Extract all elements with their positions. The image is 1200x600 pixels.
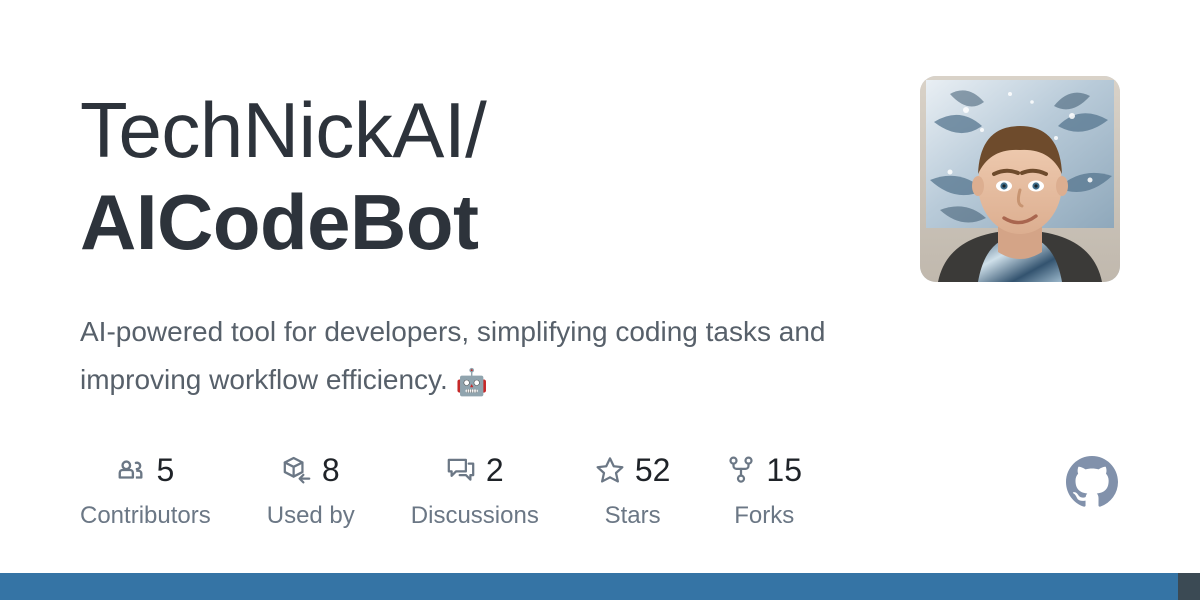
stat-contributors[interactable]: 5 Contributors bbox=[80, 450, 211, 530]
github-mark-icon bbox=[1066, 456, 1118, 508]
stat-top: 2 bbox=[446, 450, 504, 490]
stat-top: 15 bbox=[726, 450, 802, 490]
repo-description: AI-powered tool for developers, simplify… bbox=[80, 308, 870, 406]
robot-emoji-icon: 🤖 bbox=[455, 367, 488, 397]
bottom-accent-bar bbox=[0, 573, 1178, 600]
repo-social-preview-card: TechNickAI/AICodeBot AI-powered tool for… bbox=[0, 0, 1200, 600]
stat-stars[interactable]: 52 Stars bbox=[595, 450, 671, 530]
stat-label: Used by bbox=[266, 502, 355, 529]
stat-value: 15 bbox=[766, 452, 803, 488]
repo-owner[interactable]: TechNickAI/ bbox=[80, 86, 487, 174]
stat-value: 52 bbox=[634, 452, 671, 488]
people-icon bbox=[116, 455, 146, 485]
comment-discussion-icon bbox=[446, 455, 476, 485]
stat-value: 2 bbox=[485, 452, 504, 488]
repo-stats: 5 Contributors 8 Used by 2 Discussions 5… bbox=[80, 450, 1140, 530]
stat-label: Contributors bbox=[80, 502, 211, 529]
repo-name[interactable]: AICodeBot bbox=[80, 176, 486, 268]
package-dependents-icon bbox=[282, 455, 312, 485]
stat-top: 8 bbox=[282, 450, 340, 490]
stat-label: Stars bbox=[604, 502, 661, 529]
stat-used-by[interactable]: 8 Used by bbox=[267, 450, 355, 530]
stat-forks[interactable]: 15 Forks bbox=[726, 450, 802, 530]
repo-forked-icon bbox=[726, 455, 756, 485]
stat-top: 5 bbox=[116, 450, 174, 490]
stat-discussions[interactable]: 2 Discussions bbox=[411, 450, 539, 530]
stat-label: Discussions bbox=[410, 502, 539, 529]
stat-value: 5 bbox=[156, 452, 175, 488]
page-title: TechNickAI/AICodeBot bbox=[80, 84, 487, 268]
avatar bbox=[920, 76, 1120, 282]
stat-label: Forks bbox=[734, 502, 795, 529]
star-icon bbox=[595, 455, 625, 485]
header: TechNickAI/AICodeBot bbox=[80, 76, 1120, 282]
stat-top: 52 bbox=[595, 450, 671, 490]
title-block: TechNickAI/AICodeBot bbox=[80, 76, 487, 268]
stat-value: 8 bbox=[321, 452, 340, 488]
bottom-accent-bar-secondary bbox=[1178, 573, 1200, 600]
repo-description-text: AI-powered tool for developers, simplify… bbox=[80, 316, 826, 395]
